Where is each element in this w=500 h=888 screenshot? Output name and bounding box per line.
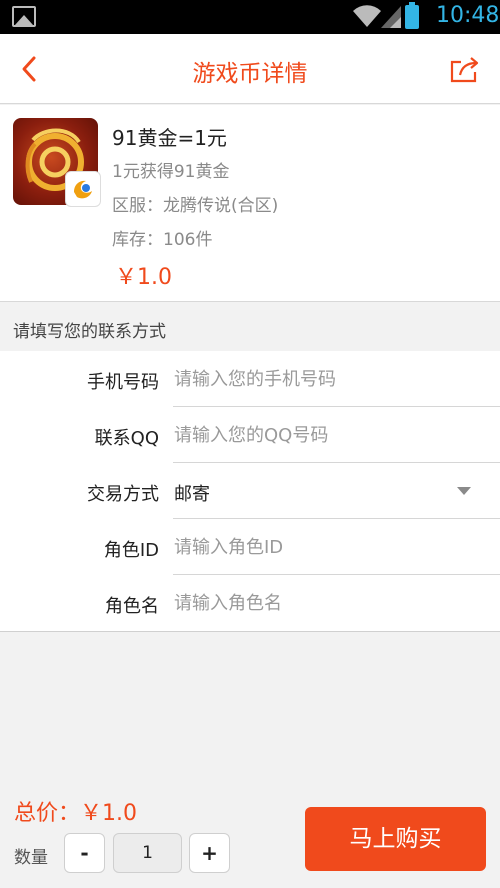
qq-label: 联系QQ xyxy=(94,428,159,449)
product-stock: 库存：106件 xyxy=(112,230,213,250)
platform-badge-icon xyxy=(65,171,101,207)
battery-icon xyxy=(405,2,419,29)
total-price: 总价：￥1.0 xyxy=(14,801,137,826)
wifi-icon xyxy=(353,5,381,28)
phone-label: 手机号码 xyxy=(87,372,159,393)
contact-form: 手机号码 联系QQ 交易方式 邮寄 角色ID 角色名 xyxy=(0,351,500,632)
quantity-value[interactable]: 1 xyxy=(113,833,182,873)
role-id-field-wrap xyxy=(173,519,500,575)
product-card: 91黄金=1元 1元获得91黄金 区服：龙腾传说(合区) 库存：106件 ￥1.… xyxy=(0,105,500,302)
product-subtitle: 1元获得91黄金 xyxy=(112,162,230,182)
role-name-label: 角色名 xyxy=(105,596,159,617)
role-name-input[interactable] xyxy=(174,589,484,617)
trade-method-value: 邮寄 xyxy=(174,484,210,505)
role-name-field-wrap xyxy=(173,575,500,631)
product-name: 91黄金=1元 xyxy=(112,126,227,150)
quantity-label: 数量 xyxy=(14,848,48,868)
purchase-bar: 总价：￥1.0 数量 - 1 + 马上购买 xyxy=(0,790,500,888)
role-id-label: 角色ID xyxy=(103,540,159,561)
quantity-plus-button[interactable]: + xyxy=(189,833,230,873)
qq-input[interactable] xyxy=(174,421,484,449)
status-bar: 10:48 xyxy=(0,0,500,34)
phone-row: 手机号码 xyxy=(0,351,500,407)
page-title: 游戏币详情 xyxy=(192,61,308,87)
contact-section-header: 请填写您的联系方式 xyxy=(0,303,500,351)
buy-now-button[interactable]: 马上购买 xyxy=(305,807,486,871)
role-id-row: 角色ID xyxy=(0,519,500,575)
trade-method-label: 交易方式 xyxy=(87,484,159,505)
qq-row: 联系QQ xyxy=(0,407,500,463)
image-icon xyxy=(12,6,36,27)
role-id-input[interactable] xyxy=(174,533,484,561)
phone-field-wrap xyxy=(173,351,500,407)
signal-icon xyxy=(381,6,401,28)
product-server: 区服：龙腾传说(合区) xyxy=(112,196,279,216)
phone-input[interactable] xyxy=(174,365,484,393)
trade-method-select[interactable]: 邮寄 xyxy=(173,463,500,519)
trade-method-row: 交易方式 邮寄 xyxy=(0,463,500,519)
title-bar: 游戏币详情 xyxy=(0,34,500,104)
share-icon[interactable] xyxy=(448,54,480,84)
contact-section-title: 请填写您的联系方式 xyxy=(13,322,166,342)
dropdown-arrow-icon xyxy=(457,487,471,495)
product-price: ￥1.0 xyxy=(115,265,172,290)
clock: 10:48 xyxy=(436,3,500,28)
quantity-minus-button[interactable]: - xyxy=(64,833,105,873)
role-name-row: 角色名 xyxy=(0,575,500,631)
qq-field-wrap xyxy=(173,407,500,463)
